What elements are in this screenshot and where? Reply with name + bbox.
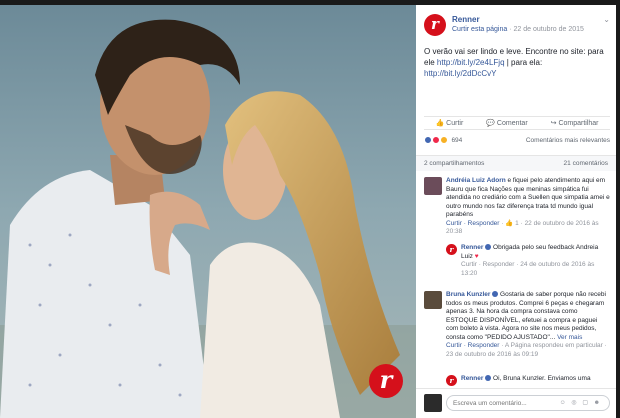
comment-body: Andréia Luiz Adorn e fiquei pelo atendim… (446, 177, 610, 237)
comment-date[interactable]: 23 de outubro de 2016 às 09:19 (446, 351, 538, 358)
page-avatar-small[interactable]: r (446, 375, 457, 386)
post-meta: Curtir esta página · 22 de outubro de 20… (452, 26, 584, 33)
composer-icons[interactable]: ☺ ◎ ▢ ☻ (560, 399, 602, 406)
like-label: Curtir (446, 120, 464, 127)
responded-note: A Página respondeu em particular (504, 342, 603, 349)
comment-meta: Curtir · Responder · A Página respondeu … (446, 342, 607, 358)
comment-author[interactable]: Andréia Luiz Adorn (446, 177, 506, 184)
comment-likes: 1 (515, 219, 519, 227)
post-actions: 👍 Curtir 💬 Comentar ↪ Compartilhar (424, 116, 610, 130)
reply-text: Oi, Bruna Kunzler. Enviamos uma (493, 375, 591, 382)
wow-reaction-icon (439, 136, 448, 144)
post-text: O verão vai ser lindo e leve. Encontre n… (424, 46, 610, 79)
comment-stats: 2 compartilhamentos 21 comentários (416, 155, 616, 171)
reply-meta: Curtir · Responder · 24 de outubro de 20… (461, 261, 595, 277)
comment-icon: 💬 (486, 120, 495, 127)
post-header: r Renner Curtir esta página · 22 de outu… (424, 13, 610, 39)
post-link-ela[interactable]: http://bit.ly/2dDcCvY (424, 69, 496, 78)
comment-actions[interactable]: Curtir · Responder (446, 342, 499, 349)
comment-label: Comentar (496, 120, 528, 127)
comment-composer: ☺ ◎ ▢ ☻ (416, 388, 616, 418)
close-icon[interactable]: × (606, 4, 618, 16)
post-side-panel: r Renner Curtir esta página · 22 de outu… (416, 5, 616, 418)
post-link-ele[interactable]: http://bit.ly/2e4LFjq (437, 58, 505, 67)
reply-body: Renner Oi, Bruna Kunzler. Enviamos uma (461, 375, 602, 384)
reply-item: r Renner Oi, Bruna Kunzler. Enviamos uma (446, 375, 602, 387)
comment-item: Bruna Kunzler Gostaria de saber porque n… (424, 291, 610, 371)
comment-author[interactable]: Bruna Kunzler (446, 291, 490, 298)
post-date[interactable]: 22 de outubro de 2015 (514, 26, 584, 33)
reply-author[interactable]: Renner (461, 375, 483, 382)
avatar (424, 394, 442, 412)
relevance-filter[interactable]: Comentários mais relevantes (526, 137, 610, 144)
page-name[interactable]: Renner (452, 15, 480, 24)
see-more-link[interactable]: Ver mais (557, 334, 582, 341)
reply-item: r Renner Obrigada pelo seu feedback Andr… (446, 244, 602, 277)
like-reaction-icon (424, 136, 432, 144)
verified-icon (492, 291, 499, 298)
comment-body: Bruna Kunzler Gostaria de saber porque n… (446, 291, 610, 359)
verified-icon (485, 244, 492, 251)
post-photo[interactable]: r (0, 5, 416, 418)
like-page-link[interactable]: Curtir esta página (452, 26, 507, 33)
post-text-body-2: | para ela: (504, 58, 543, 67)
share-count[interactable]: 2 compartilhamentos (424, 160, 484, 167)
couple-photo (0, 5, 416, 418)
avatar[interactable] (424, 177, 442, 195)
reactions-row: 694 Comentários mais relevantes (424, 136, 610, 148)
comment-button[interactable]: 💬 Comentar (486, 119, 527, 127)
reply-author[interactable]: Renner (461, 244, 483, 251)
comment-meta: Curtir · Responder · 👍 1 · 22 de outubro… (446, 219, 599, 236)
verified-icon (485, 375, 492, 382)
chevron-down-icon[interactable]: ⌄ (603, 15, 610, 24)
page-avatar[interactable]: r (424, 14, 446, 36)
share-icon: ↪ (550, 120, 557, 127)
reply-body: Renner Obrigada pelo seu feedback Andrei… (461, 244, 602, 278)
comment-count[interactable]: 21 comentários (564, 160, 608, 167)
comment-item: Andréia Luiz Adorn e fiquei pelo atendim… (424, 177, 610, 235)
love-reaction-icon (431, 136, 440, 144)
share-label: Compartilhar (558, 120, 599, 127)
heart-icon: ♥ (474, 252, 479, 260)
like-button[interactable]: 👍 Curtir (435, 119, 463, 127)
comment-actions[interactable]: Curtir · Responder (446, 220, 499, 227)
reaction-count[interactable]: 694 (451, 137, 462, 144)
thumbs-up-icon: 👍 (435, 120, 445, 127)
share-button[interactable]: ↪ Compartilhar (551, 119, 599, 127)
avatar[interactable] (424, 291, 442, 309)
page-avatar-small[interactable]: r (446, 244, 457, 255)
renner-logo-badge: r (369, 364, 403, 398)
